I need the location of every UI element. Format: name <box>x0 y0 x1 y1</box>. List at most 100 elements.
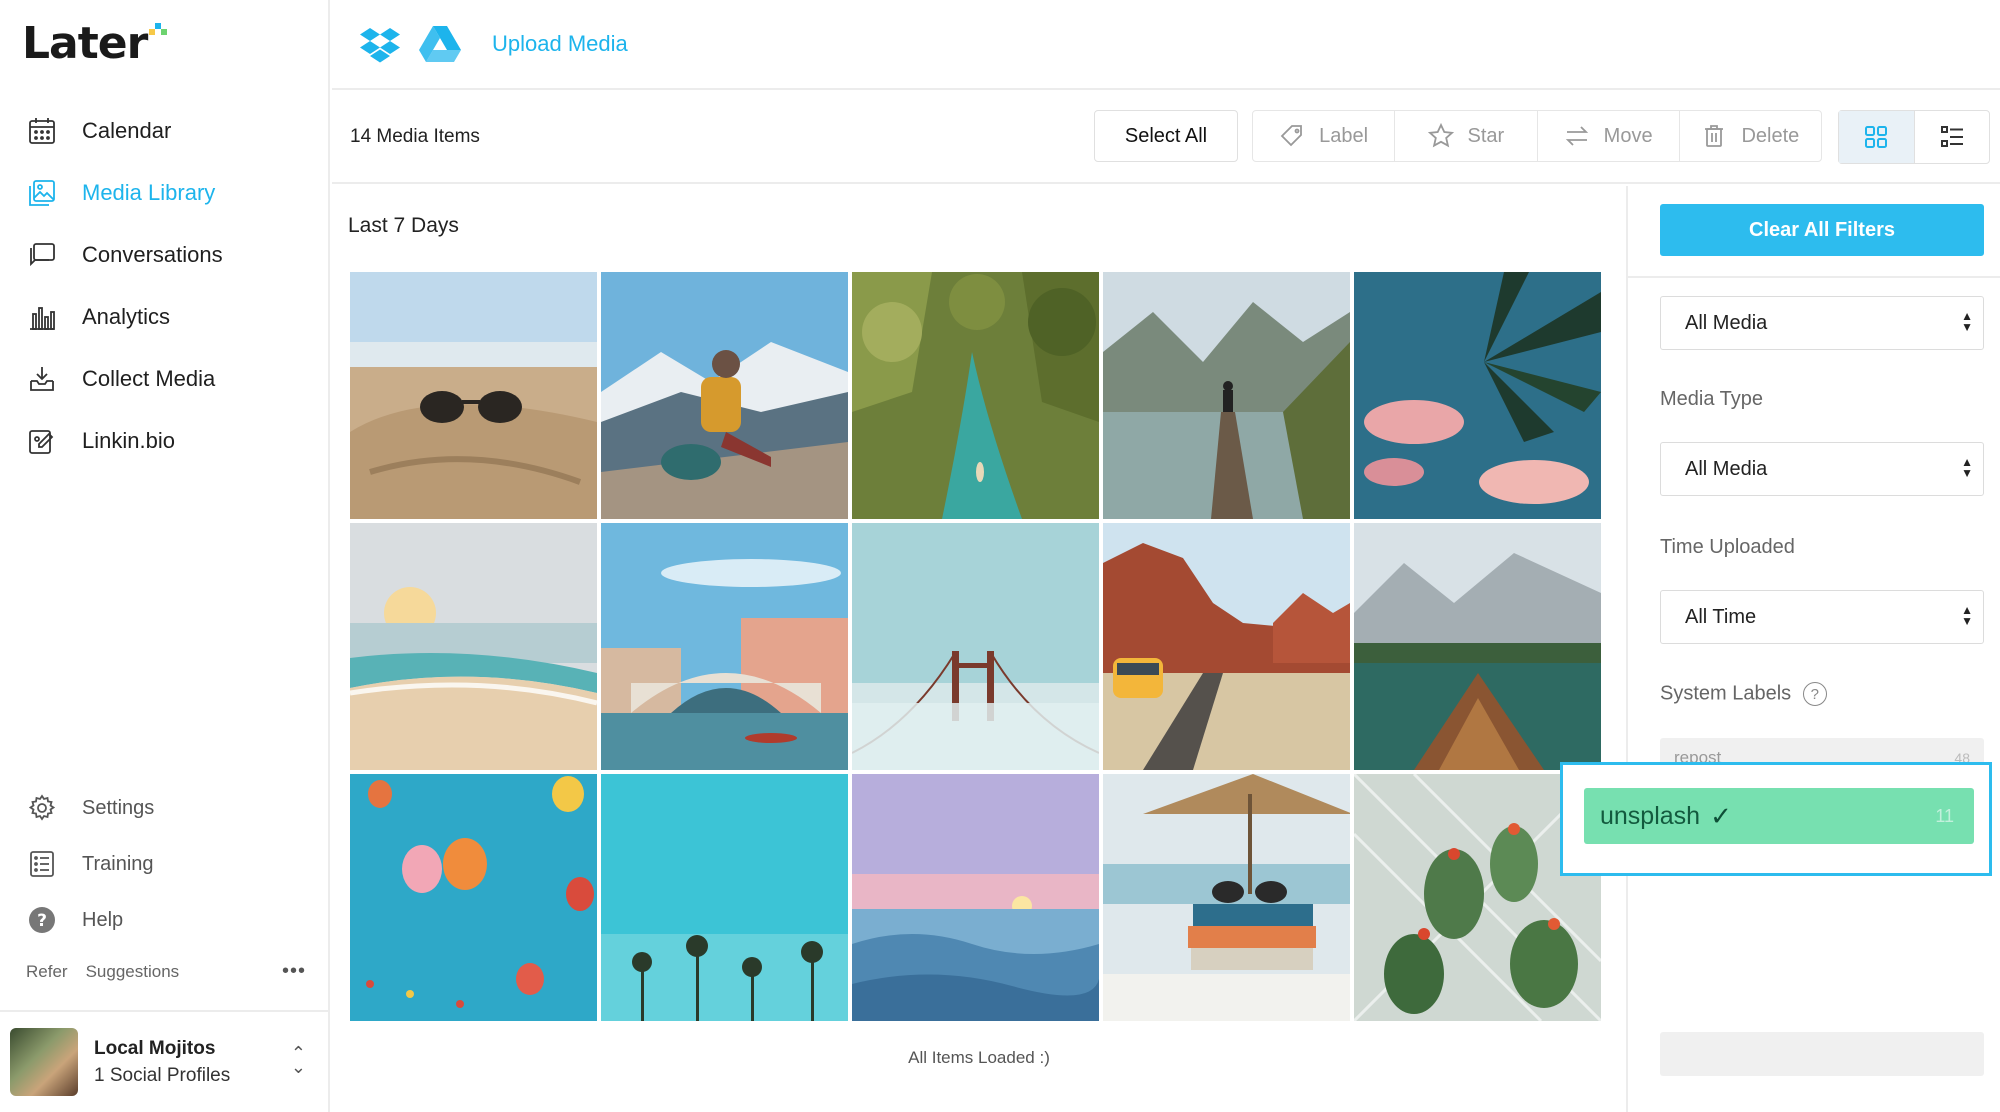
media-count: 14 Media Items <box>350 126 480 147</box>
divider <box>1628 276 2000 278</box>
media-tile-hiker-mountains[interactable] <box>601 272 848 519</box>
star-icon <box>1427 123 1454 148</box>
profile-text: Local Mojitos 1 Social Profiles <box>94 1035 230 1089</box>
bulk-actions: Label Star Move Delete <box>1252 110 1822 162</box>
move-button[interactable]: Move <box>1538 111 1680 161</box>
filter-panel: Clear All Filters All Media ▲ ▼ Media Typ… <box>1626 186 2000 1112</box>
nav-settings[interactable]: Settings <box>0 780 330 836</box>
avatar <box>10 1028 78 1096</box>
help-circle-icon[interactable]: ? <box>1802 682 1827 706</box>
media-content: Last 7 Days All Items Loaded:) <box>332 186 1626 1112</box>
media-toolbar: 14 Media Items Select All Label Star Mov… <box>332 92 2000 184</box>
star-button-text: Star <box>1467 124 1505 147</box>
nav-conversations[interactable]: Conversations <box>0 224 330 286</box>
media-tile-jungle-river[interactable] <box>852 272 1099 519</box>
media-tile-lake-pier[interactable] <box>1103 272 1350 519</box>
nav-media-library[interactable]: Media Library <box>0 162 330 224</box>
bridge-fog-image <box>852 523 1099 770</box>
desert-van-image <box>1103 523 1350 770</box>
collect-media-icon <box>26 363 58 395</box>
move-button-text: Move <box>1603 124 1653 147</box>
nav-calendar[interactable]: Calendar <box>0 100 330 162</box>
books-sunglasses-image <box>1103 774 1350 1021</box>
nav-collect-media-label: Collect Media <box>82 366 216 391</box>
media-tile-venice-rialto[interactable] <box>601 523 848 770</box>
refer-link[interactable]: Refer <box>26 962 68 982</box>
trash-icon <box>1705 125 1724 147</box>
nav-collect-media[interactable]: Collect Media <box>0 348 330 410</box>
svg-text:?: ? <box>37 911 47 931</box>
main-nav: Calendar Media Library Conversations Ana… <box>0 100 330 472</box>
logo-pixels-icon <box>149 23 168 41</box>
move-arrows-icon <box>1565 126 1588 146</box>
profile-switcher[interactable]: Local Mojitos 1 Social Profiles ⌃ ⌄ <box>0 1010 330 1112</box>
media-tile-bridge-fog[interactable] <box>852 523 1099 770</box>
hot-air-balloons-image <box>350 774 597 1021</box>
upload-bar: Upload Media <box>332 0 2000 90</box>
help-icon: ? <box>26 904 58 936</box>
lake-boat-image <box>1354 523 1601 770</box>
media-tile-lake-boat[interactable] <box>1354 523 1601 770</box>
nav-calendar-label: Calendar <box>82 118 172 143</box>
bottom-nav: Settings Training ? Help <box>0 780 330 948</box>
more-options-icon[interactable]: ••• <box>282 960 306 983</box>
media-type-label: Media Type <box>1660 388 1764 410</box>
dropbox-icon[interactable] <box>358 22 402 66</box>
refer-row: Refer Suggestions ••• <box>26 960 306 983</box>
media-type-select[interactable]: All Media ▲ ▼ <box>1660 442 1984 496</box>
delete-button-text: Delete <box>1741 124 1800 147</box>
media-tile-beach-sunset[interactable] <box>350 523 597 770</box>
media-tile-desert-van[interactable] <box>1103 523 1350 770</box>
lake-pier-image <box>1103 272 1350 519</box>
list-view-icon[interactable] <box>1915 111 1990 163</box>
delete-button[interactable]: Delete <box>1680 111 1821 161</box>
google-drive-icon[interactable] <box>418 22 462 66</box>
media-tile-hot-air-balloons[interactable] <box>350 774 597 1021</box>
nav-training-label: Training <box>82 852 154 875</box>
sidebar: Later Calendar Media Library Conversatio… <box>0 0 330 1112</box>
palm-pink-clouds-image <box>1354 272 1601 519</box>
nav-settings-label: Settings <box>82 796 155 819</box>
label-chip-placeholder <box>1660 1032 1984 1076</box>
media-tile-palm-pink-clouds[interactable] <box>1354 272 1601 519</box>
nav-analytics[interactable]: Analytics <box>0 286 330 348</box>
clear-all-filters-button[interactable]: Clear All Filters <box>1660 204 1984 256</box>
checkmark-icon: ✓ <box>1710 800 1732 831</box>
source-select[interactable]: All Media ▲ ▼ <box>1660 296 1984 350</box>
select-arrows-icon: ▲ ▼ <box>1961 455 1973 480</box>
media-type-value: All Media <box>1685 457 1768 480</box>
nav-analytics-label: Analytics <box>82 304 171 329</box>
time-uploaded-label: Time Uploaded <box>1660 536 1795 558</box>
beach-sunset-image <box>350 523 597 770</box>
profile-subtitle: 1 Social Profiles <box>94 1065 231 1086</box>
media-tile-palm-trees-sky[interactable] <box>601 774 848 1021</box>
venice-rialto-image <box>601 523 848 770</box>
media-tile-ocean-sunset[interactable] <box>852 774 1099 1021</box>
later-logo[interactable]: Later <box>22 17 168 69</box>
star-button[interactable]: Star <box>1395 111 1538 161</box>
select-all-button[interactable]: Select All <box>1094 110 1238 162</box>
nav-help-label: Help <box>82 908 124 931</box>
nav-help[interactable]: ? Help <box>0 892 330 948</box>
chevron-updown-icon[interactable]: ⌃ ⌄ <box>291 1044 306 1076</box>
media-grid <box>350 272 1606 1021</box>
nav-linkinbio-label: Linkin.bio <box>82 428 175 453</box>
label-button[interactable]: Label <box>1253 111 1396 161</box>
nav-training[interactable]: Training <box>0 836 330 892</box>
palm-trees-sky-image <box>601 774 848 1021</box>
gear-icon <box>26 792 58 824</box>
nav-linkinbio[interactable]: Linkin.bio <box>0 410 330 472</box>
media-tile-books-sunglasses[interactable] <box>1103 774 1350 1021</box>
upload-media-link[interactable]: Upload Media <box>492 31 628 57</box>
suggestions-link[interactable]: Suggestions <box>86 962 180 982</box>
media-tile-sunglasses-on-sand[interactable] <box>350 272 597 519</box>
sunglasses-on-sand-image <box>350 272 597 519</box>
source-select-value: All Media <box>1685 311 1768 334</box>
label-chip-unsplash[interactable]: unsplash ✓ 11 <box>1584 788 1974 844</box>
grid-view-icon[interactable] <box>1839 111 1915 163</box>
time-uploaded-value: All Time <box>1685 605 1757 628</box>
hiker-mountains-image <box>601 272 848 519</box>
time-uploaded-select[interactable]: All Time ▲ ▼ <box>1660 590 1984 644</box>
logo-text: Later <box>22 17 148 69</box>
system-labels-text: System Labels <box>1660 682 1792 705</box>
